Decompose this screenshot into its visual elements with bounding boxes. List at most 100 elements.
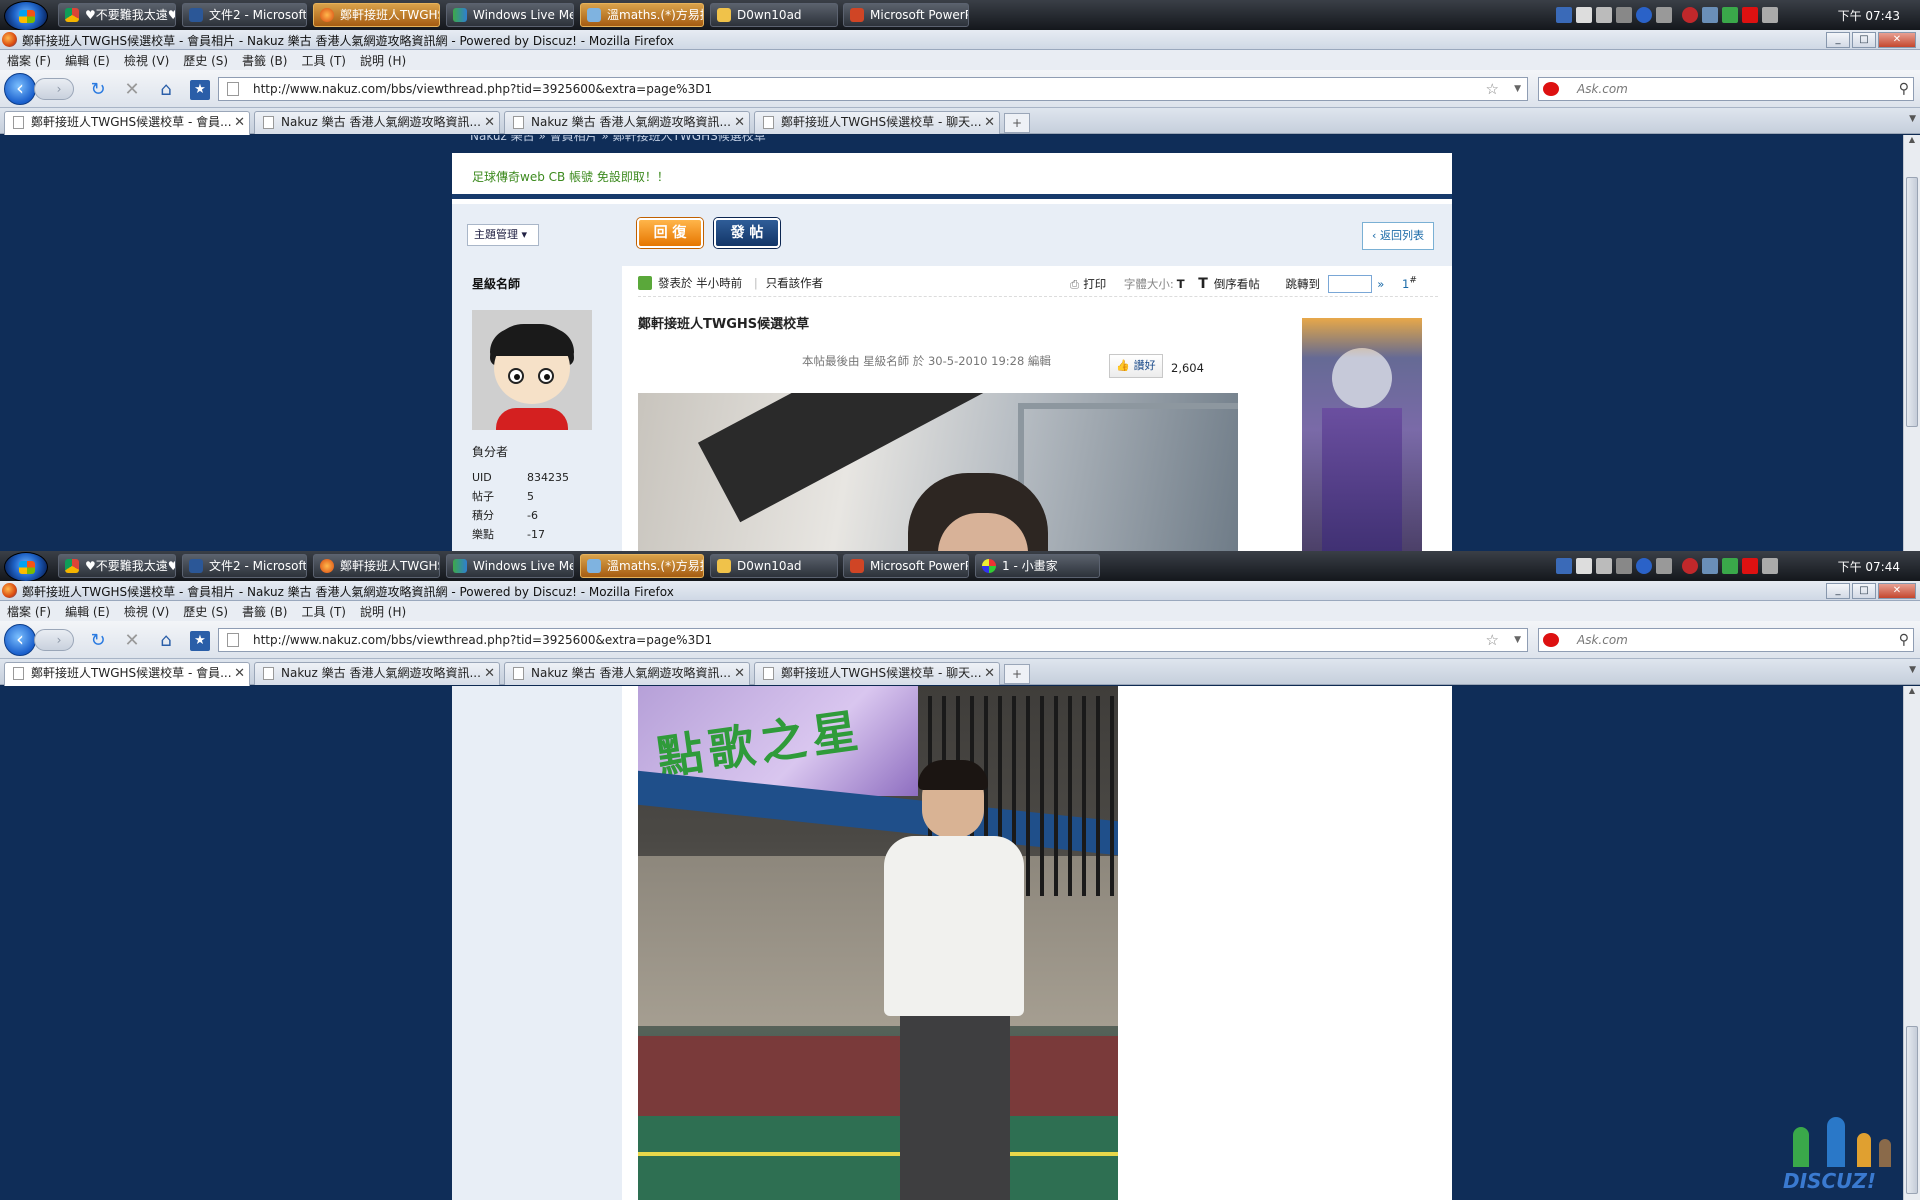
taskbar-item-folder[interactable]: D0wn10ad	[710, 554, 838, 578]
taskbar-item-word[interactable]: 文件2 - Microsoft W...	[182, 3, 307, 27]
language-icon[interactable]	[1556, 558, 1572, 574]
like-button[interactable]: 👍 讚好	[1109, 354, 1163, 378]
close-tab-icon[interactable]: ✕	[484, 663, 495, 684]
search-icon[interactable]: ⚲	[1899, 78, 1909, 100]
post-photo-top[interactable]	[638, 393, 1238, 551]
reload-icon[interactable]: ↻	[88, 631, 108, 651]
only-author-link[interactable]: 只看該作者	[766, 275, 824, 291]
tab-4[interactable]: 鄭軒接班人TWGHS候選校草 - 聊天... ✕	[754, 111, 1000, 134]
close-button[interactable]: ✕	[1878, 583, 1916, 599]
ask-icon[interactable]	[1543, 82, 1559, 96]
search-icon[interactable]: ⚲	[1899, 629, 1909, 651]
maximize-button[interactable]: □	[1852, 583, 1876, 599]
tab-2[interactable]: Nakuz 樂古 香港人氣網遊攻略資訊... ✕	[254, 111, 500, 134]
menu-help[interactable]: 說明 (H)	[353, 601, 413, 622]
chevron-down-icon[interactable]: ▼	[1514, 78, 1521, 100]
menu-tools[interactable]: 工具 (T)	[294, 50, 353, 71]
menu-history[interactable]: 歷史 (S)	[176, 601, 235, 622]
clock[interactable]: 下午 07:43	[1838, 7, 1900, 24]
jump-floor-input[interactable]	[1327, 275, 1372, 293]
close-tab-icon[interactable]: ✕	[234, 663, 245, 684]
taskbar-item-chrome[interactable]: ♥不要難我太遠♥ - G...	[58, 3, 176, 27]
menu-bookmarks[interactable]: 書籤 (B)	[235, 50, 294, 71]
antivirus-icon[interactable]	[1682, 558, 1698, 574]
font-size-large-icon[interactable]: T	[1198, 276, 1208, 292]
ati-icon[interactable]	[1742, 558, 1758, 574]
menu-edit[interactable]: 編輯 (E)	[58, 50, 117, 71]
home-icon[interactable]: ⌂	[156, 631, 176, 651]
display-icon[interactable]	[1616, 558, 1632, 574]
stop-icon[interactable]: ✕	[122, 631, 142, 651]
ime-icon[interactable]	[1576, 558, 1592, 574]
taskbar-item-powerpoint[interactable]: Microsoft PowerPoi...	[843, 3, 969, 27]
volume-icon[interactable]	[1762, 558, 1778, 574]
scroll-up-icon[interactable]: ▲	[1904, 135, 1920, 149]
tray-app-icon[interactable]	[1656, 558, 1672, 574]
volume-icon[interactable]	[1762, 7, 1778, 23]
display-icon[interactable]	[1616, 7, 1632, 23]
taskbar-item-chat[interactable]: 溫maths.(*)方易掙 <...	[580, 3, 704, 27]
thread-manage-dropdown[interactable]: 主題管理 ▾	[467, 224, 539, 246]
taskbar-item-firefox[interactable]: 鄭軒接班人TWGHS...	[313, 3, 440, 27]
menu-view[interactable]: 檢視 (V)	[117, 601, 176, 622]
taskbar-item-messenger[interactable]: Windows Live Mess...	[446, 3, 574, 27]
antivirus-icon[interactable]	[1682, 7, 1698, 23]
close-tab-icon[interactable]: ✕	[234, 112, 245, 133]
taskbar-item-powerpoint[interactable]: Microsoft PowerPoi...	[843, 554, 969, 578]
tab-2[interactable]: Nakuz 樂古 香港人氣網遊攻略資訊... ✕	[254, 662, 500, 685]
taskbar-item-folder[interactable]: D0wn10ad	[710, 3, 838, 27]
menu-file[interactable]: 檔案 (F)	[0, 50, 58, 71]
font-size-small-button[interactable]: T	[1177, 277, 1185, 291]
language-icon[interactable]	[1556, 7, 1572, 23]
ask-icon[interactable]	[1543, 633, 1559, 647]
minimize-button[interactable]: _	[1826, 583, 1850, 599]
post-photo-bottom[interactable]: 點歌之星	[638, 686, 1118, 1200]
stop-icon[interactable]: ✕	[122, 80, 142, 100]
new-tab-button[interactable]: +	[1004, 664, 1030, 684]
help-icon[interactable]	[1636, 558, 1652, 574]
taskbar-item-firefox[interactable]: 鄭軒接班人TWGHS...	[313, 554, 440, 578]
search-input[interactable]: Ask.com ⚲	[1538, 77, 1914, 101]
home-icon[interactable]: ⌂	[156, 80, 176, 100]
new-tab-button[interactable]: +	[1004, 113, 1030, 133]
search-input[interactable]: Ask.com ⚲	[1538, 628, 1914, 652]
maximize-button[interactable]: □	[1852, 32, 1876, 48]
jump-go-button[interactable]: »	[1377, 277, 1384, 291]
taskbar-item-messenger[interactable]: Windows Live Mess...	[446, 554, 574, 578]
start-button[interactable]	[4, 552, 48, 582]
tab-list-icon[interactable]: ▼	[1909, 665, 1916, 675]
ati-icon[interactable]	[1742, 7, 1758, 23]
keyboard-icon[interactable]	[1596, 558, 1612, 574]
network-icon[interactable]	[1722, 7, 1738, 23]
tray-app-icon[interactable]	[1656, 7, 1672, 23]
taskbar-item-paint[interactable]: 1 - 小畫家	[975, 554, 1100, 578]
star-icon[interactable]: ☆	[1486, 78, 1499, 100]
close-tab-icon[interactable]: ✕	[984, 112, 995, 133]
menu-tools[interactable]: 工具 (T)	[294, 601, 353, 622]
scrollbar-thumb[interactable]	[1906, 1026, 1918, 1194]
url-bar[interactable]: http://www.nakuz.com/bbs/viewthread.php?…	[218, 77, 1528, 101]
taskbar-item-chrome[interactable]: ♥不要難我太遠♥ - G...	[58, 554, 176, 578]
back-button[interactable]: ‹	[4, 624, 36, 656]
tab-1[interactable]: 鄭軒接班人TWGHS候選校草 - 會員... ✕	[4, 111, 250, 135]
reload-icon[interactable]: ↻	[88, 80, 108, 100]
help-icon[interactable]	[1636, 7, 1652, 23]
forward-button[interactable]: ›	[34, 78, 74, 100]
forward-button[interactable]: ›	[34, 629, 74, 651]
tray-drop-icon[interactable]	[1702, 7, 1718, 23]
bookmark-star-icon[interactable]: ★	[190, 80, 210, 100]
menu-help[interactable]: 說明 (H)	[353, 50, 413, 71]
menu-view[interactable]: 檢視 (V)	[117, 50, 176, 71]
ime-icon[interactable]	[1576, 7, 1592, 23]
avatar[interactable]	[472, 310, 592, 430]
close-tab-icon[interactable]: ✕	[484, 112, 495, 133]
network-icon[interactable]	[1722, 558, 1738, 574]
minimize-button[interactable]: _	[1826, 32, 1850, 48]
author-name[interactable]: 星級名師	[472, 275, 520, 292]
vertical-scrollbar[interactable]: ▲	[1903, 686, 1920, 1200]
notice-link[interactable]: 足球傳奇web CB 帳號 免設即取！！	[472, 168, 669, 185]
close-tab-icon[interactable]: ✕	[734, 112, 745, 133]
close-tab-icon[interactable]: ✕	[984, 663, 995, 684]
taskbar-item-chat[interactable]: 溫maths.(*)方易掙 <...	[580, 554, 704, 578]
menu-file[interactable]: 檔案 (F)	[0, 601, 58, 622]
